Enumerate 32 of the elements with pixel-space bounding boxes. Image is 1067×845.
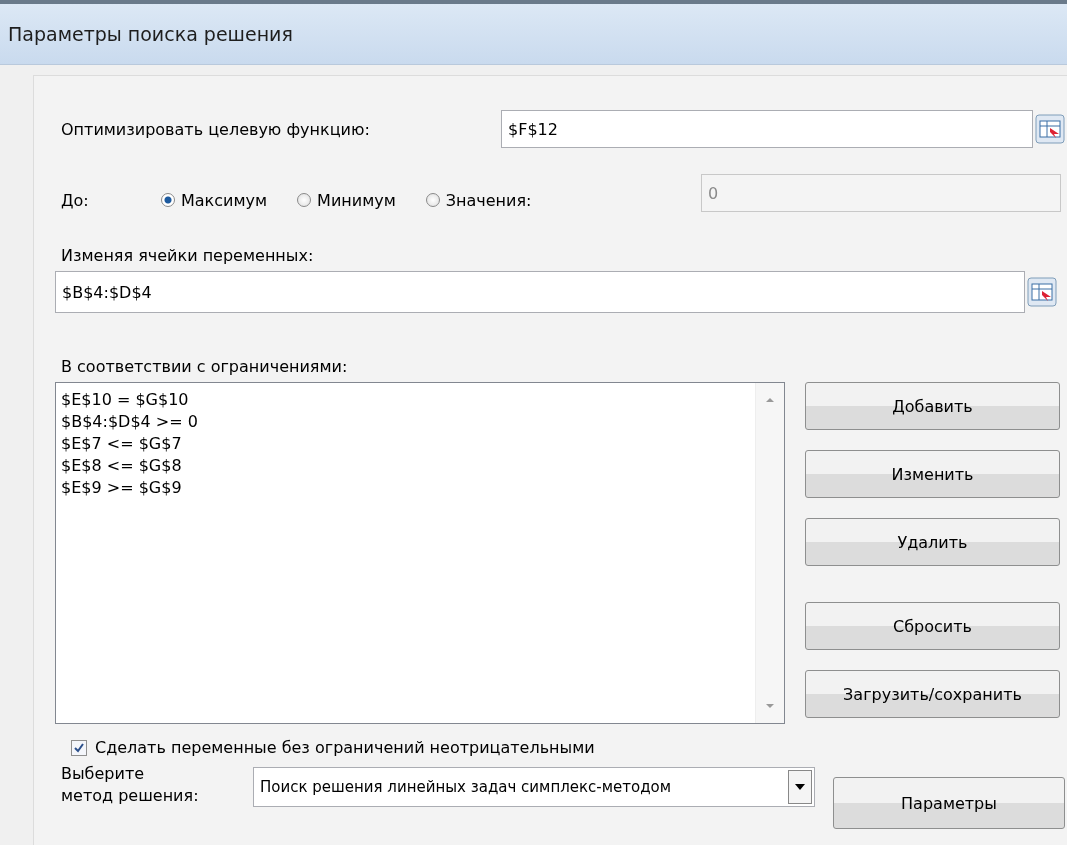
- radio-option[interactable]: Минимум: [297, 190, 396, 210]
- constraint-item[interactable]: $B$4:$D$4 >= 0: [61, 411, 198, 433]
- scroll-up-icon[interactable]: [765, 397, 775, 403]
- scrollbar[interactable]: [755, 383, 784, 723]
- objective-label: Оптимизировать целевую функцию:: [61, 119, 371, 139]
- variables-field[interactable]: $B$4:$D$4: [55, 271, 1025, 313]
- method-label: Выберите: [61, 763, 146, 785]
- range-picker-icon[interactable]: [1027, 277, 1057, 307]
- constraints-label: В соответствии с ограничениями:: [61, 357, 349, 376]
- to-label: До:: [61, 190, 90, 210]
- range-picker-icon[interactable]: [1035, 114, 1065, 144]
- action-button[interactable]: Добавить: [805, 382, 1060, 430]
- constraint-item[interactable]: $E$7 <= $G$7: [61, 433, 182, 455]
- constraint-item[interactable]: $E$9 >= $G$9: [61, 477, 182, 499]
- objective-field[interactable]: $F$12: [501, 110, 1033, 148]
- action-button[interactable]: Загрузить/сохранить: [805, 670, 1060, 718]
- radio-option[interactable]: Значения:: [425, 190, 532, 210]
- checkmark-icon: [73, 741, 85, 754]
- options-button[interactable]: Параметры: [833, 777, 1065, 829]
- constraint-item[interactable]: $E$8 <= $G$8: [61, 455, 182, 477]
- constraint-item[interactable]: $E$10 = $G$10: [61, 389, 189, 411]
- action-button[interactable]: Удалить: [805, 518, 1060, 566]
- radio-option[interactable]: Максимум: [161, 190, 268, 210]
- dropdown-caret-icon[interactable]: [788, 770, 812, 804]
- variables-label: Изменяя ячейки переменных:: [61, 246, 315, 265]
- method-label: метод решения:: [61, 785, 200, 807]
- scroll-down-icon[interactable]: [765, 703, 775, 709]
- method-dropdown[interactable]: Поиск решения линейных задач симплекс-методом: [253, 767, 815, 807]
- nonnegative-checkbox[interactable]: Сделать переменные без ограничений неотрицательными: [71, 738, 595, 757]
- window-title: Параметры поиска решения: [8, 23, 293, 45]
- action-button[interactable]: Сбросить: [805, 602, 1060, 650]
- action-button[interactable]: Изменить: [805, 450, 1060, 498]
